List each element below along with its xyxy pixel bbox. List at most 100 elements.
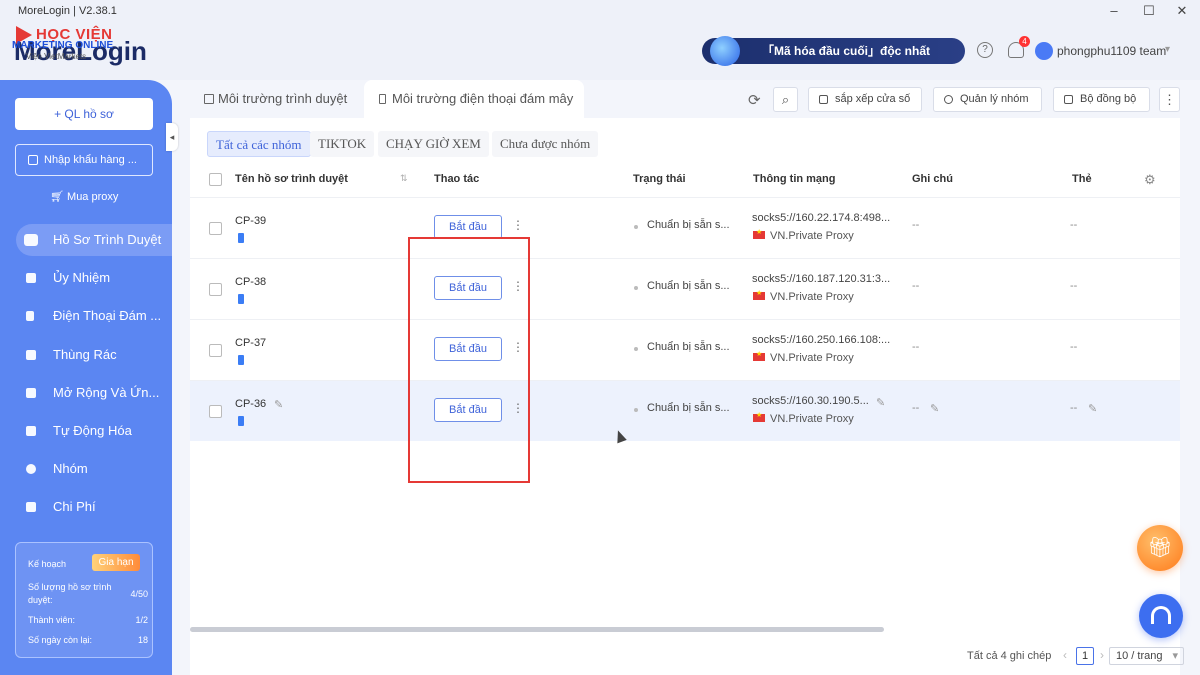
sidebar-item-label: Thùng Rác	[53, 347, 117, 362]
plan-members-label: Thành viên:	[28, 615, 76, 625]
puzzle-icon	[26, 388, 36, 398]
minimize-button[interactable]: –	[1104, 3, 1124, 18]
sidebar-item-proxy[interactable]: Ủy Nhiệm	[16, 262, 166, 294]
chevron-right-icon[interactable]: ›	[1100, 648, 1104, 662]
table-row[interactable]: CP-39 Bắt đầu ⋮ Chuẩn bị sẵn s... socks5…	[190, 197, 1180, 258]
table-row[interactable]: CP-36 ✎ Bắt đầu ⋮ Chuẩn bị sẵn s... sock…	[190, 380, 1180, 441]
billing-icon	[26, 502, 36, 512]
edit-note-icon[interactable]: ✎	[930, 402, 939, 415]
promo-banner[interactable]: 「Mã hóa đầu cuối」độc nhất	[702, 36, 965, 66]
gear-icon[interactable]: ⚙	[1144, 172, 1156, 188]
page-size-select[interactable]: 10 / trang ▾	[1109, 647, 1184, 665]
help-icon[interactable]: ?	[977, 42, 993, 58]
plan-days-label: Số ngày còn lại:	[28, 635, 93, 645]
start-button[interactable]: Bắt đầu	[434, 215, 502, 239]
plan-profiles-value: 4/50	[130, 589, 148, 599]
sync-button[interactable]: Bộ đồng bộ	[1053, 87, 1150, 112]
app-header: MoreLogin HỌC VIỆN MARKETING ONLINE Viện…	[0, 24, 1200, 80]
proxy-address: socks5://160.250.166.108:...	[752, 334, 891, 346]
buy-proxy-link[interactable]: 🛒︎ Mua proxy	[50, 190, 118, 203]
gift-icon[interactable]: 🎁︎	[1137, 525, 1183, 571]
sidebar-item-label: Nhóm	[53, 461, 88, 476]
filter-watch-hours[interactable]: CHẠY GIỜ XEM	[378, 131, 489, 157]
browser-icon	[204, 94, 214, 104]
note-value: --	[912, 402, 920, 414]
status-text: Chuẩn bị sẵn s...	[647, 341, 730, 353]
phone-icon	[379, 94, 386, 104]
watermark-subtitle: MARKETING ONLINE	[12, 40, 114, 51]
close-button[interactable]: ✕	[1172, 3, 1192, 19]
user-name[interactable]: phongphu1109 team	[1057, 44, 1166, 58]
watermark-caption: Viện VietMarkets	[26, 52, 87, 61]
select-all-checkbox[interactable]	[209, 173, 222, 186]
sidebar-item-label: Mở Rộng Và Ứn...	[53, 385, 160, 400]
row-checkbox[interactable]	[209, 222, 222, 235]
horizontal-scrollbar[interactable]	[190, 627, 884, 632]
plan-days-row: Số ngày còn lại: 18	[28, 635, 148, 645]
total-records: Tất cả 4 ghi chép	[967, 650, 1052, 662]
proxy-name: VN.Private Proxy	[770, 413, 854, 425]
group-manage-button[interactable]: Quản lý nhóm	[933, 87, 1042, 112]
import-icon	[28, 155, 38, 165]
refresh-icon[interactable]: ⟳	[748, 91, 761, 109]
import-button[interactable]: Nhập khẩu hàng ...	[15, 144, 153, 176]
tag-value: --	[1070, 219, 1078, 231]
filter-ungrouped[interactable]: Chưa được nhóm	[492, 131, 599, 157]
filter-tiktok[interactable]: TIKTOK	[310, 131, 375, 157]
search-button[interactable]: ⌕	[773, 87, 798, 112]
filter-all-groups[interactable]: Tất cả các nhóm	[207, 131, 311, 157]
new-profile-button[interactable]: + QL hồ sơ	[15, 98, 153, 130]
sidebar-item-groups[interactable]: Nhóm	[16, 453, 166, 485]
sidebar-item-billing[interactable]: Chi Phí	[16, 491, 166, 523]
row-checkbox[interactable]	[209, 344, 222, 357]
sidebar-item-extensions[interactable]: Mở Rộng Và Ứn...	[16, 377, 166, 409]
edit-name-icon[interactable]: ✎	[274, 398, 283, 411]
column-action: Thao tác	[434, 173, 480, 185]
profile-name: CP-38	[235, 276, 267, 288]
automation-icon	[26, 426, 36, 436]
window-title: MoreLogin | V2.38.1	[18, 5, 117, 17]
avatar[interactable]	[1035, 42, 1053, 60]
table-row[interactable]: CP-37 Bắt đầu ⋮ Chuẩn bị sẵn s... socks5…	[190, 319, 1180, 380]
chevron-down-icon[interactable]: ▾	[1165, 44, 1170, 55]
phone-icon	[238, 416, 244, 426]
more-vertical-icon[interactable]: ⋮	[512, 218, 524, 232]
collapse-sidebar-button[interactable]: ◂	[166, 123, 178, 151]
tab-cloud-phone-env[interactable]: Môi trường điện thoại đám mây	[364, 80, 584, 118]
plan-members-row: Thành viên: 1/2	[28, 615, 148, 625]
tab-browser-env[interactable]: Môi trường trình duyệt	[190, 80, 360, 118]
sidebar-item-cloud-phone[interactable]: Điện Thoại Đám ...	[16, 300, 166, 332]
table-row[interactable]: CP-38 Bắt đầu ⋮ Chuẩn bị sẵn s... socks5…	[190, 258, 1180, 319]
sync-icon	[1064, 95, 1073, 104]
promo-text: 「Mã hóa đầu cuối」độc nhất	[762, 44, 931, 58]
plan-members-value: 1/2	[135, 615, 148, 625]
edit-proxy-icon[interactable]: ✎	[876, 396, 885, 409]
support-button[interactable]	[1139, 594, 1183, 638]
sort-icon[interactable]: ⇅	[400, 173, 408, 184]
status-text: Chuẩn bị sẵn s...	[647, 280, 730, 292]
row-checkbox[interactable]	[209, 405, 222, 418]
cart-icon: 🛒︎	[50, 191, 64, 203]
status-dot	[634, 347, 638, 351]
plan-card: Kế hoạch Gia hạn Số lượng hồ sơ trình du…	[15, 542, 153, 658]
sidebar-item-automation[interactable]: Tự Động Hóa	[16, 415, 166, 447]
sidebar-item-browser-profiles[interactable]: Hồ Sơ Trình Duyệt	[16, 224, 172, 256]
maximize-button[interactable]: ☐	[1139, 3, 1159, 19]
edit-tag-icon[interactable]: ✎	[1088, 402, 1097, 415]
row-checkbox[interactable]	[209, 283, 222, 296]
phone-icon	[26, 311, 34, 321]
chevron-left-icon[interactable]: ‹	[1063, 648, 1067, 662]
column-tag: Thẻ	[1072, 173, 1092, 185]
sidebar-item-trash[interactable]: Thùng Rác	[16, 339, 166, 371]
watermark-logo: HỌC VIỆN MARKETING ONLINE Viện VietMarke…	[6, 26, 126, 66]
more-options-button[interactable]: ⋮	[1159, 87, 1180, 112]
page-number[interactable]: 1	[1076, 647, 1094, 665]
renew-button[interactable]: Gia hạn	[92, 554, 140, 571]
arrange-windows-button[interactable]: sắp xếp cửa số	[808, 87, 922, 112]
note-value: --	[912, 341, 920, 353]
note-value: --	[912, 219, 920, 231]
sidebar-item-label: Ủy Nhiệm	[53, 270, 111, 285]
main-content: Môi trường trình duyệt Môi trường điện t…	[190, 80, 1184, 675]
sidebar: + QL hồ sơ Nhập khẩu hàng ... 🛒︎ Mua pro…	[0, 80, 172, 675]
status-text: Chuẩn bị sẵn s...	[647, 219, 730, 231]
